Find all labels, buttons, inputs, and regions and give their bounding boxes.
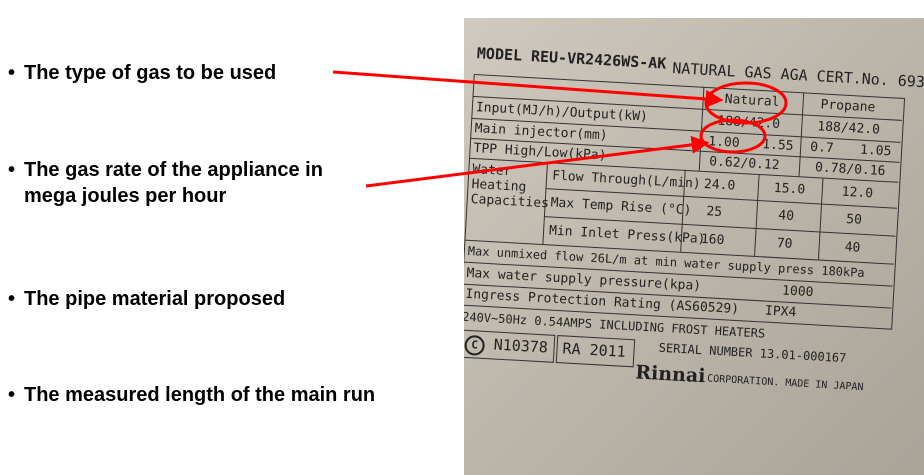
ingress-val: IPX4 xyxy=(764,303,797,321)
injector-propane-2: 1.05 xyxy=(859,142,892,160)
corp-text: CORPORATION. MADE IN JAPAN xyxy=(706,373,864,394)
bullet-text: The pipe material proposed xyxy=(24,288,286,310)
c-mark-icon: C xyxy=(464,334,486,356)
flow-val-1: 24.0 xyxy=(703,176,736,194)
cert-code-text: N10378 xyxy=(493,335,549,357)
ra-text: RA 2011 xyxy=(562,339,627,361)
bullet-gas-type: • The type of gas to be used xyxy=(8,62,277,84)
max-water-val: 1000 xyxy=(781,283,814,301)
model-label: MODEL REU-VR2426WS-AK xyxy=(476,44,667,73)
injector-natural: 1.00 xyxy=(707,134,741,151)
bullet-gas-rate: • The gas rate of the appliance in mega j… xyxy=(8,159,323,207)
injector-propane: 0.7 xyxy=(809,139,835,157)
temp-val-3: 50 xyxy=(845,211,863,228)
natural-header: Natural xyxy=(724,91,780,111)
bullet-text: The measured length of the main run xyxy=(24,384,376,406)
inlet-val-1: 160 xyxy=(700,231,725,249)
injector-natural-2: 1.55 xyxy=(761,137,794,154)
bullet-text: The gas rate of the appliance in xyxy=(24,159,323,181)
inlet-val-3: 40 xyxy=(844,239,861,256)
rating-plate-photo: MODEL REU-VR2426WS-AK NATURAL GAS AGA CE… xyxy=(464,18,924,475)
temp-val-1: 25 xyxy=(706,204,723,221)
inlet-val-2: 70 xyxy=(776,236,793,252)
water-heating-label: Water Heating Capacities xyxy=(470,162,550,212)
bullet-main-run: • The measured length of the main run xyxy=(8,384,376,406)
rating-plate: MODEL REU-VR2426WS-AK NATURAL GAS AGA CE… xyxy=(464,34,924,475)
flow-val-2: 15.0 xyxy=(773,180,806,198)
bullet-pipe-material: • The pipe material proposed xyxy=(8,288,286,310)
flow-val-3: 12.0 xyxy=(841,184,874,202)
propane-header: Propane xyxy=(820,97,876,116)
temp-val-2: 40 xyxy=(777,208,795,225)
serial-number: SERIAL NUMBER 13.01-000167 xyxy=(658,340,847,366)
brand-logo: Rinnai xyxy=(634,361,707,388)
bullet-text-cont: mega joules per hour xyxy=(24,185,227,207)
bullet-text: The type of gas to be used xyxy=(24,62,277,84)
